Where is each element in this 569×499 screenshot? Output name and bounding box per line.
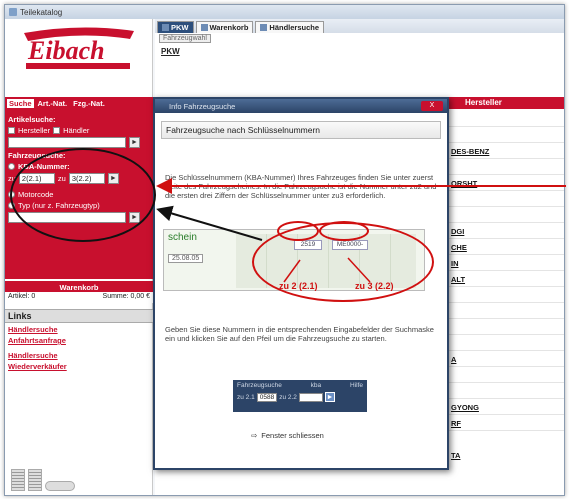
widget-hilfe: Hilfe <box>349 382 363 389</box>
widget-zu3-input <box>298 392 323 402</box>
list-item[interactable] <box>451 115 489 131</box>
widget-zu2-label: zu 2.1 <box>237 393 255 401</box>
shock-icon <box>28 469 42 491</box>
list-item[interactable] <box>451 307 489 323</box>
warenkorb-header[interactable]: Warenkorb <box>5 283 153 292</box>
list-item[interactable]: A <box>451 355 489 371</box>
dialog-heading: Fahrzeugsuche nach Schlüsselnummern <box>161 121 441 139</box>
link-wiederverkaeufer[interactable]: Wiederverkäufer <box>5 360 153 371</box>
eibach-logo: Eibach <box>5 19 152 81</box>
link-anfahrt[interactable]: Anfahrtsanfrage <box>5 334 153 345</box>
hersteller-label: Hersteller <box>18 126 51 135</box>
list-item[interactable] <box>451 211 489 227</box>
list-item[interactable] <box>451 291 489 307</box>
subtab-fahrzeugwahl[interactable]: Fahrzeugwahl <box>159 33 211 43</box>
titlebar: Teilekatalog <box>5 5 564 19</box>
tab-art-nat[interactable]: Art.-Nat. <box>36 99 70 108</box>
spring-icon <box>45 481 75 491</box>
doc-label: schein <box>168 232 197 243</box>
link-haendlersuche[interactable]: Händlersuche <box>5 323 153 334</box>
widget-kba: kba <box>310 382 322 389</box>
artikel-input[interactable] <box>8 137 126 148</box>
links-box: Links Händlersuche Anfahrtsanfrage Händl… <box>5 309 153 371</box>
artikel-count: Artikel: 0 <box>8 293 36 300</box>
hersteller-checkbox[interactable] <box>8 127 15 134</box>
list-item[interactable]: ALT <box>451 275 489 291</box>
haendler-label: Händler <box>63 126 90 135</box>
haendler-checkbox[interactable] <box>53 127 61 134</box>
list-item[interactable] <box>451 163 489 179</box>
main-tabs: PKW Warenkorb Händlersuche <box>155 19 564 33</box>
shock-icon <box>11 469 25 491</box>
list-item[interactable]: ORSHT <box>451 179 489 195</box>
list-item[interactable]: GYONG <box>451 403 489 419</box>
close-window-button[interactable]: ⇨ Fenster schliessen <box>251 431 324 440</box>
dialog-titlebar: Info Fahrzeugsuche X <box>155 99 447 113</box>
tab-warenkorb[interactable]: Warenkorb <box>195 21 254 33</box>
app-icon <box>9 8 17 16</box>
logo-text: Eibach <box>27 36 105 65</box>
list-item[interactable] <box>451 387 489 403</box>
widget-go-icon: ► <box>324 392 335 402</box>
dialog-text-2: Geben Sie diese Nummern in die entsprech… <box>165 325 434 343</box>
logo-graphic: Eibach <box>23 27 134 69</box>
artikel-search-button[interactable]: ► <box>129 137 140 148</box>
dialog-text-1: Die Schlüsselnummern (KBA-Nummer) Ihres … <box>165 173 437 200</box>
left-panel: Eibach Suche Art.-Nat. Fzg.-Nat. Artikel… <box>5 19 153 495</box>
widget-title: Fahrzeugsuche <box>237 382 282 389</box>
links-header: Links <box>5 309 153 323</box>
list-item[interactable] <box>451 131 489 147</box>
artikelsuche-label: Artikelsuche: <box>8 115 56 124</box>
left-tabs: Suche Art.-Nat. Fzg.-Nat. <box>5 97 153 109</box>
tab-haendlersuche[interactable]: Händlersuche <box>255 21 325 33</box>
search-icon <box>260 24 268 31</box>
list-item[interactable]: DGI <box>451 227 489 243</box>
list-item[interactable]: CHE <box>451 243 489 259</box>
bottom-graphic <box>11 469 75 491</box>
dialog-title: Info Fahrzeugsuche <box>169 101 236 111</box>
summe-value: Summe: 0,00 € <box>102 293 150 300</box>
list-item[interactable]: DES-BENZ <box>451 147 489 163</box>
doc-date: 25.08.05 <box>168 254 204 263</box>
dialog-close-button[interactable]: X <box>421 101 443 111</box>
car-icon <box>162 24 169 31</box>
manufacturer-list: DES-BENZ ORSHT DGI CHE IN ALT A GYONG RF… <box>451 115 489 467</box>
list-item[interactable] <box>451 435 489 451</box>
subtab-bar: Fahrzeugwahl <box>155 33 564 43</box>
list-item[interactable] <box>451 371 489 387</box>
arrow-right-icon: ⇨ <box>251 431 258 440</box>
list-item[interactable]: RF <box>451 419 489 435</box>
tab-pkw[interactable]: PKW <box>157 21 194 33</box>
list-item[interactable] <box>451 339 489 355</box>
link-haendlersuche-2[interactable]: Händlersuche <box>5 349 153 360</box>
list-item[interactable] <box>451 195 489 211</box>
close-window-label: Fenster schliessen <box>261 431 324 440</box>
list-item[interactable]: IN <box>451 259 489 275</box>
window-title: Teilekatalog <box>20 7 63 17</box>
tab-fzg-nat[interactable]: Fzg.-Nat. <box>71 99 107 108</box>
list-item[interactable] <box>451 323 489 339</box>
pkw-link[interactable]: PKW <box>155 43 564 60</box>
widget-zu2-input: 0588 <box>256 392 278 402</box>
widget-zu3-label: zu 2.2 <box>279 393 297 401</box>
annotation-oval-kba-fields <box>10 148 156 242</box>
kba-radio[interactable] <box>8 163 15 170</box>
search-widget-example: Fahrzeugsuche kba Hilfe zu 2.1 0588 zu 2… <box>233 380 367 412</box>
warenkorb-box: Warenkorb Artikel: 0 Summe: 0,00 € <box>5 281 153 303</box>
list-item[interactable]: TA <box>451 451 489 467</box>
annotation-oval-doc-numbers <box>252 222 434 302</box>
cart-icon <box>200 24 208 31</box>
tab-suche[interactable]: Suche <box>7 98 34 108</box>
